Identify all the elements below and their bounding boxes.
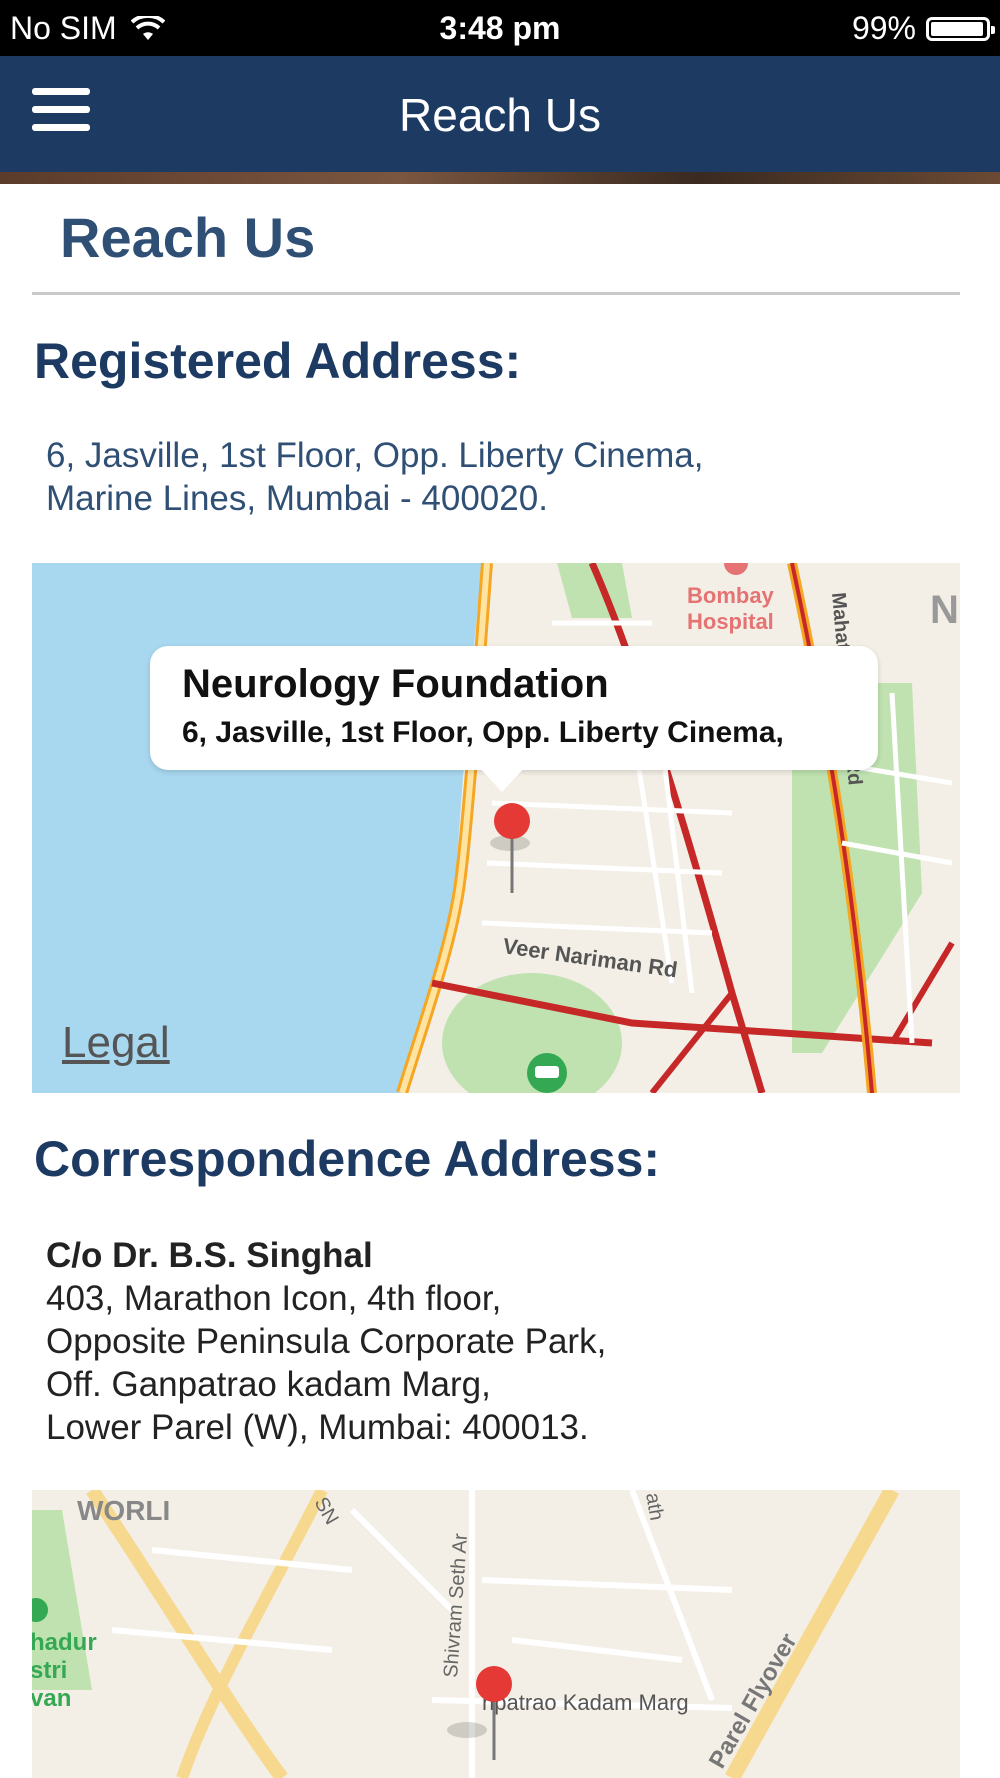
map-callout[interactable]: Neurology Foundation 6, Jasville, 1st Fl… — [150, 646, 878, 770]
title-divider — [32, 292, 960, 295]
callout-title: Neurology Foundation — [182, 662, 609, 706]
registered-address-line-1: 6, Jasville, 1st Floor, Opp. Liberty Cin… — [46, 436, 704, 475]
nav-title: Reach Us — [399, 89, 601, 141]
map-label-hospital-1: Bombay — [687, 583, 775, 608]
registered-address-line-2: Marine Lines, Mumbai - 400020. — [46, 479, 548, 518]
map2-label-ganpatrao-road: npatrao Kadam Marg — [482, 1690, 689, 1715]
map2-label-park-2: stri — [32, 1657, 67, 1684]
registered-address-text: 6, Jasville, 1st Floor, Opp. Liberty Cin… — [46, 434, 704, 520]
callout-tail — [478, 766, 526, 792]
battery-icon — [926, 16, 995, 41]
map2-pin-icon[interactable] — [476, 1666, 512, 1702]
time-label: 3:48 pm — [439, 10, 561, 46]
header-image-strip — [0, 172, 1000, 184]
map2-label-park-3: van — [32, 1685, 71, 1712]
navigation-bar: Reach Us — [0, 56, 1000, 172]
correspondence-name: C/o Dr. B.S. Singhal — [46, 1236, 373, 1275]
map2-label-park-1: hadur — [32, 1629, 97, 1656]
registered-address-heading: Registered Address: — [34, 333, 522, 389]
callout-subtitle: 6, Jasville, 1st Floor, Opp. Liberty Cin… — [182, 716, 784, 749]
registered-address-map[interactable]: Bombay Hospital N Veer Nariman Rd Mahatm… — [32, 563, 960, 1093]
legal-link[interactable]: Legal — [62, 1018, 170, 1068]
status-bar: No SIM 3:48 pm 99% — [0, 0, 1000, 56]
correspondence-line-4: Lower Parel (W), Mumbai: 400013. — [46, 1408, 589, 1447]
map-label-letter: N — [930, 588, 959, 632]
battery-percent: 99% — [851, 10, 916, 46]
correspondence-address-map[interactable]: WORLI SN ath Shivram Seth Ar npatrao Kad… — [32, 1490, 960, 1778]
map-pin-icon[interactable] — [494, 803, 530, 839]
map2-label-area: WORLI — [77, 1495, 170, 1526]
correspondence-address-text: C/o Dr. B.S. Singhal 403, Marathon Icon,… — [46, 1234, 606, 1449]
correspondence-line-2: Opposite Peninsula Corporate Park, — [46, 1322, 607, 1361]
correspondence-line-1: 403, Marathon Icon, 4th floor, — [46, 1279, 502, 1318]
map-label-hospital-2: Hospital — [687, 609, 774, 634]
correspondence-address-heading: Correspondence Address: — [34, 1131, 661, 1187]
page-title: Reach Us — [60, 206, 316, 269]
correspondence-line-3: Off. Ganpatrao kadam Marg, — [46, 1365, 491, 1404]
